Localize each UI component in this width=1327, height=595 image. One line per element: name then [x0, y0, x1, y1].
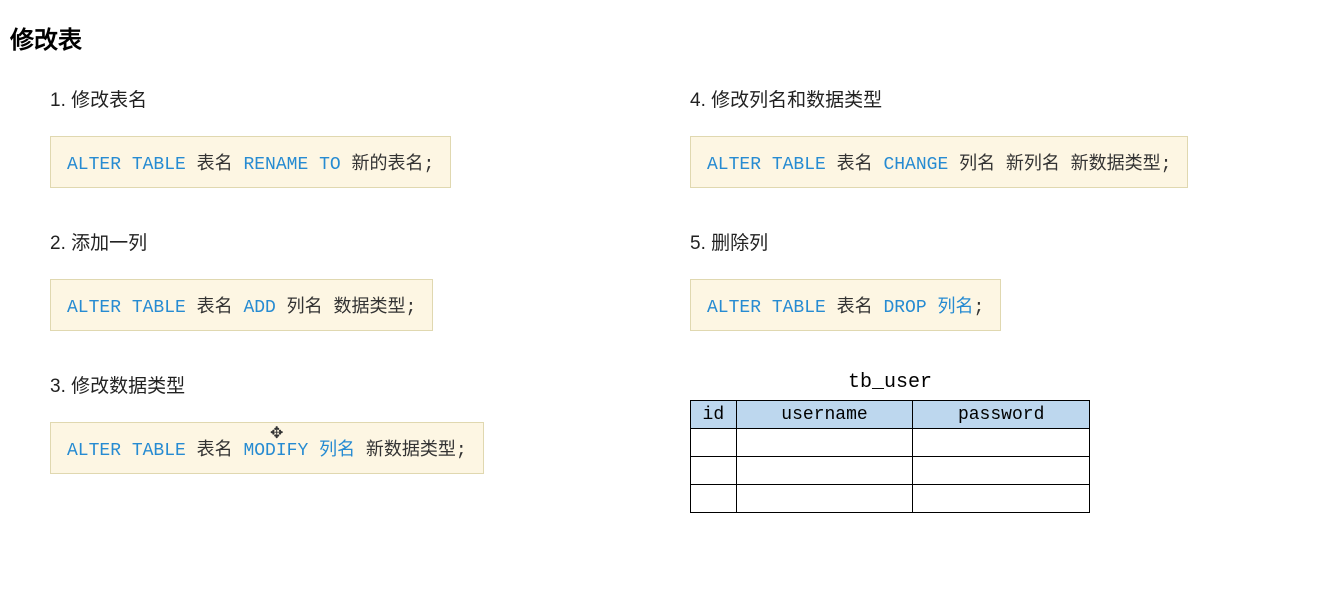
table-row	[691, 485, 1090, 513]
code-token	[121, 298, 132, 318]
item-2-text: 添加一列	[71, 233, 147, 254]
item-4-num: 4.	[690, 90, 706, 111]
code-token: TABLE	[132, 298, 186, 318]
code-token: 新的表名;	[341, 155, 435, 175]
code-block-4: ALTER TABLE 表名 CHANGE 列名 新列名 新数据类型;	[690, 136, 1188, 188]
code-token: 列名	[319, 441, 355, 461]
right-column: 4. 修改列名和数据类型 ALTER TABLE 表名 CHANGE 列名 新列…	[690, 85, 1310, 514]
page-title: 修改表	[10, 20, 1317, 55]
item-5-num: 5.	[690, 233, 706, 254]
table-cell	[691, 485, 737, 513]
code-token: ALTER	[67, 441, 121, 461]
table-section: tb_user id username password	[690, 371, 1310, 513]
code-token	[761, 155, 772, 175]
table-cell	[736, 457, 913, 485]
table-title: tb_user	[690, 371, 1090, 394]
table-cell	[913, 429, 1090, 457]
table-cell	[913, 485, 1090, 513]
code-block-2: ALTER TABLE 表名 ADD 列名 数据类型;	[50, 279, 433, 331]
code-token	[308, 155, 319, 175]
code-token	[308, 441, 319, 461]
item-3-num: 3.	[50, 376, 66, 397]
table-row	[691, 429, 1090, 457]
item-1-text: 修改表名	[71, 90, 147, 111]
item-5: 5. 删除列 ALTER TABLE 表名 DROP 列名;	[690, 228, 1310, 331]
item-3: 3. 修改数据类型 ALTER TABLE 表名 MODIFY 列名 新数据类型…	[50, 371, 610, 474]
code-token: ALTER	[707, 298, 761, 318]
item-4-label: 4. 修改列名和数据类型	[690, 85, 1310, 112]
code-token: 列名 新列名 新数据类型;	[948, 155, 1171, 175]
code-token	[121, 441, 132, 461]
item-5-text: 删除列	[711, 233, 768, 254]
table-row	[691, 457, 1090, 485]
item-4: 4. 修改列名和数据类型 ALTER TABLE 表名 CHANGE 列名 新列…	[690, 85, 1310, 188]
code-token: ALTER	[707, 155, 761, 175]
code-token: TO	[319, 155, 341, 175]
th-password: password	[913, 401, 1090, 429]
code-block-1: ALTER TABLE 表名 RENAME TO 新的表名;	[50, 136, 451, 188]
code-token: 表名	[186, 298, 244, 318]
code-token: TABLE	[772, 298, 826, 318]
item-4-text: 修改列名和数据类型	[711, 90, 882, 111]
code-token: 表名	[186, 155, 244, 175]
item-2-num: 2.	[50, 233, 66, 254]
table-cell	[691, 457, 737, 485]
schema-table: id username password	[690, 400, 1090, 513]
code-block-5: ALTER TABLE 表名 DROP 列名;	[690, 279, 1001, 331]
item-1-label: 1. 修改表名	[50, 85, 610, 112]
item-2: 2. 添加一列 ALTER TABLE 表名 ADD 列名 数据类型;	[50, 228, 610, 331]
table-cell	[691, 429, 737, 457]
table-cell	[913, 457, 1090, 485]
code-token: ADD	[243, 298, 275, 318]
code-token	[121, 155, 132, 175]
code-token: 新数据类型;	[355, 441, 467, 461]
item-3-label: 3. 修改数据类型	[50, 371, 610, 398]
th-username: username	[736, 401, 913, 429]
code-token: DROP	[883, 298, 926, 318]
code-token: CHANGE	[883, 155, 948, 175]
item-3-text: 修改数据类型	[71, 376, 185, 397]
th-id: id	[691, 401, 737, 429]
item-1: 1. 修改表名 ALTER TABLE 表名 RENAME TO 新的表名;	[50, 85, 610, 188]
code-token: TABLE	[132, 441, 186, 461]
code-block-3: ALTER TABLE 表名 MODIFY 列名 新数据类型;	[50, 422, 484, 474]
code-token: 表名	[186, 441, 244, 461]
code-token: ALTER	[67, 298, 121, 318]
code-token: ALTER	[67, 155, 121, 175]
left-column: 1. 修改表名 ALTER TABLE 表名 RENAME TO 新的表名; 2…	[50, 85, 610, 514]
table-cell	[736, 429, 913, 457]
code-token: 表名	[826, 155, 884, 175]
code-token: 表名	[826, 298, 884, 318]
code-token	[761, 298, 772, 318]
code-token: 列名 数据类型;	[276, 298, 416, 318]
table-cell	[736, 485, 913, 513]
code-token	[927, 298, 938, 318]
table-body	[691, 429, 1090, 513]
item-2-label: 2. 添加一列	[50, 228, 610, 255]
code-token: TABLE	[772, 155, 826, 175]
content-columns: 1. 修改表名 ALTER TABLE 表名 RENAME TO 新的表名; 2…	[10, 85, 1317, 514]
code-token: 列名	[937, 298, 973, 318]
item-5-label: 5. 删除列	[690, 228, 1310, 255]
code-token: RENAME	[243, 155, 308, 175]
code-token: ;	[973, 298, 984, 318]
item-1-num: 1.	[50, 90, 66, 111]
table-header-row: id username password	[691, 401, 1090, 429]
code-token: MODIFY	[243, 441, 308, 461]
code-token: TABLE	[132, 155, 186, 175]
